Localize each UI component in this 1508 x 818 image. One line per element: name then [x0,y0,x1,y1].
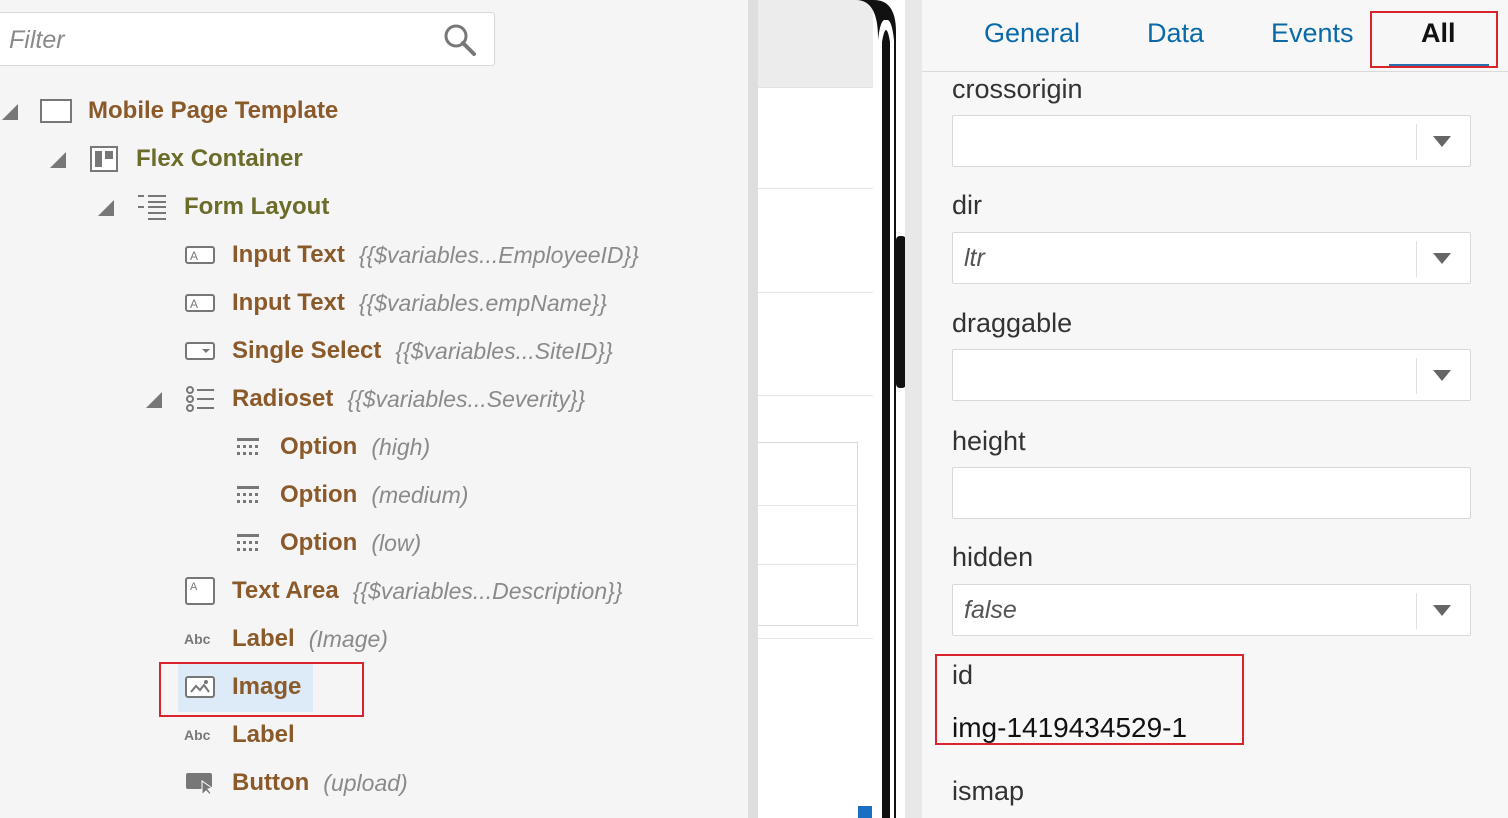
tree-node-binding: {{$variables...Description}} [352,577,623,604]
svg-text:Abc: Abc [184,631,211,647]
tree-node-label: Single Select [232,337,382,364]
tree-node-label: Option [280,481,358,508]
tree-node-option[interactable]: Option (medium) [232,473,468,517]
tree-node-label: Text Area [232,577,339,604]
property-label-height: height [952,426,1026,456]
tree-node-value: (Image) [308,625,388,652]
dir-select[interactable]: ltr [952,232,1471,284]
tree-node-label: Input Text [232,289,345,316]
svg-text:Abc: Abc [184,727,211,743]
tree-node-text-area[interactable]: A Text Area {{$variables...Description}} [184,569,623,613]
chevron-down-icon[interactable] [1433,370,1451,381]
dir-value: ltr [964,244,985,272]
canvas-field-box[interactable] [758,442,858,626]
panel-splitter[interactable] [905,0,922,818]
option-icon [232,433,264,461]
tree-node-label: Button [232,769,310,796]
tree-node-button[interactable]: Button (upload) [184,761,408,805]
page-icon [40,97,72,125]
property-label-draggable: draggable [952,308,1073,338]
filter-input[interactable]: Filter [0,12,495,66]
tree-node-label: Flex Container [136,145,303,172]
tree-node-radioset[interactable]: Radioset {{$variables...Severity}} [184,377,585,421]
flex-container-icon [88,145,120,173]
select-separator [1416,124,1417,160]
filter-placeholder: Filter [9,26,65,54]
tree-node-label: Option [280,529,358,556]
chevron-down-icon[interactable] [1433,253,1451,264]
tree-node-label: Label [232,625,295,652]
tab-data[interactable]: Data [1147,18,1204,49]
tree-node-single-select[interactable]: Single Select {{$variables...SiteID}} [184,329,613,373]
form-layout-icon [136,193,168,221]
collapse-triangle-icon[interactable] [98,200,114,216]
input-text-icon: A [184,241,216,269]
svg-text:A: A [190,581,198,593]
select-separator [1416,593,1417,629]
image-node-highlight-box [159,662,364,717]
height-input[interactable] [952,467,1471,519]
collapse-triangle-icon[interactable] [50,152,66,168]
tree-node-option[interactable]: Option (low) [232,521,421,565]
tree-node-page-template[interactable]: Mobile Page Template [40,89,338,133]
collapse-triangle-icon[interactable] [2,104,18,120]
tree-node-binding: {{$variables.empName}} [358,289,607,316]
select-separator [1416,241,1417,277]
tree-node-option[interactable]: Option (high) [232,425,430,469]
canvas-divider [758,564,858,565]
tree-node-input-text[interactable]: A Input Text {{$variables.empName}} [184,281,607,325]
canvas-divider [758,505,858,506]
tree-node-form-layout[interactable]: Form Layout [136,185,329,229]
chevron-down-icon[interactable] [1433,605,1451,616]
option-icon [232,529,264,557]
option-icon [232,481,264,509]
property-label-ismap: ismap [952,776,1025,806]
tree-node-label-component[interactable]: Abc Label [184,713,295,757]
input-text-icon: A [184,289,216,317]
tree-node-value: (medium) [371,481,469,508]
property-label-hidden: hidden [952,542,1034,572]
tree-node-binding: {{$variables...SiteID}} [395,337,613,364]
tree-node-label: Form Layout [184,193,330,220]
tab-events[interactable]: Events [1271,18,1354,49]
tree-node-label: Input Text [232,241,345,268]
label-abc-icon: Abc [184,721,216,749]
crossorigin-select[interactable] [952,115,1471,167]
svg-text:A: A [190,249,198,263]
property-label-crossorigin: crossorigin [952,74,1083,104]
label-abc-icon: Abc [184,625,216,653]
all-tab-highlight-box [1370,11,1498,68]
tree-node-label: Radioset [232,385,334,412]
tree-node-input-text[interactable]: A Input Text {{$variables...EmployeeID}} [184,233,639,277]
single-select-icon [184,337,216,365]
tree-node-label: Mobile Page Template [88,97,339,124]
panel-splitter[interactable] [748,0,758,818]
tab-general[interactable]: General [984,18,1080,49]
tree-node-value: (low) [371,529,422,556]
select-separator [1416,358,1417,394]
hidden-value: false [964,596,1017,624]
svg-text:A: A [190,297,198,311]
tree-node-label: Label [232,721,295,748]
tree-node-label: Option [280,433,358,460]
draggable-select[interactable] [952,349,1471,401]
property-inspector: General Data Events All crossorigin dir … [922,0,1508,818]
text-area-icon: A [184,577,216,605]
hidden-select[interactable]: false [952,584,1471,636]
property-label-dir: dir [952,190,983,220]
id-highlight-box [935,654,1244,745]
structure-panel: Filter Mobile Page Template Flex Contain… [0,0,748,818]
tree-node-binding: {{$variables...Severity}} [347,385,586,412]
tree-node-binding: {{$variables...EmployeeID}} [358,241,639,268]
tree-node-flex-container[interactable]: Flex Container [88,137,303,181]
search-icon[interactable] [441,21,479,59]
chevron-down-icon[interactable] [1433,136,1451,147]
radioset-icon [184,385,216,413]
tree-node-label-component[interactable]: Abc Label (Image) [184,617,388,661]
button-icon [184,769,216,797]
tree-node-value: (high) [371,433,431,460]
tree-node-value: (upload) [323,769,408,796]
collapse-triangle-icon[interactable] [146,392,162,408]
